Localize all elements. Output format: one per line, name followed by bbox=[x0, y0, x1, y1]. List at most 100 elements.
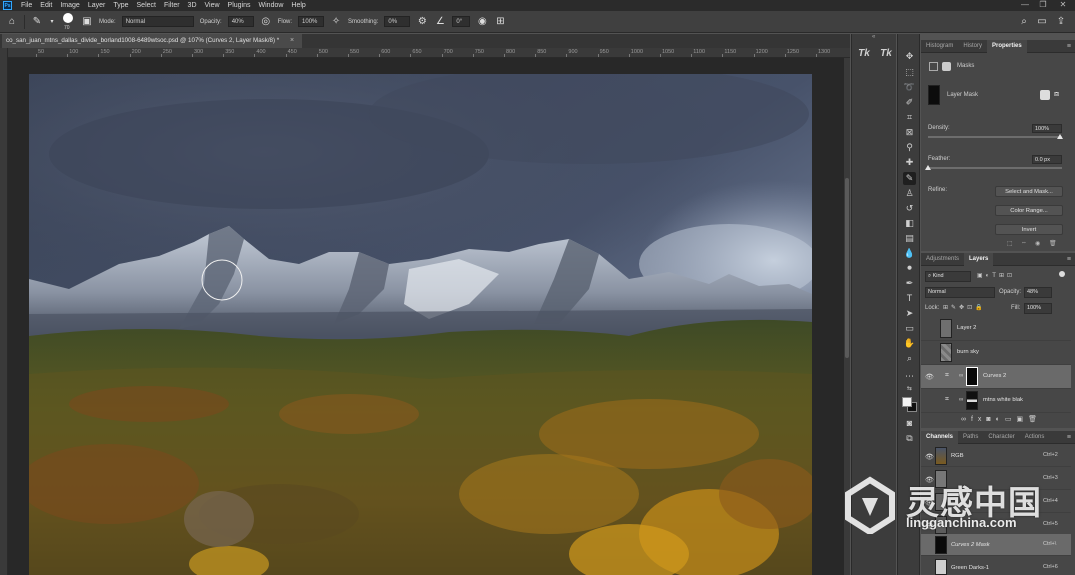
tab-layers[interactable]: Layers bbox=[964, 252, 994, 266]
layer-filter-icons[interactable]: ▣◐T⊞⊡ bbox=[977, 272, 1015, 279]
healing-brush-tool-icon[interactable]: ✚ bbox=[903, 156, 916, 169]
select-mask-pixels-icon[interactable] bbox=[1040, 90, 1050, 100]
pressure-opacity-icon[interactable]: ◎ bbox=[260, 16, 272, 28]
smoothing-field[interactable]: 0% bbox=[384, 16, 411, 27]
menu-3d[interactable]: 3D bbox=[184, 0, 201, 11]
menu-file[interactable]: File bbox=[17, 0, 36, 11]
channel-row[interactable]: Curves 2 Mask Ctrl+\ bbox=[921, 534, 1071, 556]
menu-view[interactable]: View bbox=[201, 0, 224, 11]
flow-field[interactable]: 100% bbox=[298, 16, 325, 27]
angle-field[interactable]: 0° bbox=[452, 16, 471, 27]
filter-toggle-icon[interactable] bbox=[1059, 271, 1065, 277]
menu-window[interactable]: Window bbox=[255, 0, 288, 11]
apply-icon[interactable]: ⇔ bbox=[1021, 240, 1027, 246]
type-tool-icon[interactable]: T bbox=[903, 292, 916, 305]
link-icon[interactable]: ∞ bbox=[959, 373, 963, 379]
tk-panel-button-1[interactable]: Tk bbox=[856, 46, 872, 62]
move-tool-icon[interactable]: ✥ bbox=[903, 50, 916, 63]
channel-row[interactable]: 👁 Ctrl+3 bbox=[921, 468, 1071, 490]
lock-icons[interactable]: ⊞✎✥⊡🔒 bbox=[943, 304, 986, 311]
select-and-mask-button[interactable]: Select and Mask... bbox=[995, 186, 1063, 197]
brush-tool-icon[interactable]: ✎ bbox=[903, 172, 916, 185]
link-icon[interactable]: ∞ bbox=[959, 397, 963, 403]
layer-opacity-field[interactable]: 48% bbox=[1024, 287, 1052, 298]
invert-button[interactable]: Invert bbox=[995, 224, 1063, 235]
density-field[interactable]: 100% bbox=[1032, 124, 1062, 133]
scrollbar-thumb[interactable] bbox=[845, 178, 849, 358]
zoom-tool-icon[interactable]: ⌕ bbox=[903, 352, 916, 365]
smoothing-settings-icon[interactable]: ⚙ bbox=[416, 16, 428, 28]
hand-tool-icon[interactable]: ✋ bbox=[903, 337, 916, 350]
tab-character[interactable]: Character bbox=[983, 431, 1019, 444]
feather-slider[interactable] bbox=[928, 167, 1062, 169]
color-range-button[interactable]: Color Range... bbox=[995, 205, 1063, 216]
tab-paths[interactable]: Paths bbox=[958, 431, 983, 444]
panel-menu-icon[interactable]: ≡ bbox=[1067, 256, 1075, 263]
tab-adjustments[interactable]: Adjustments bbox=[921, 253, 964, 266]
tab-history[interactable]: History bbox=[958, 40, 987, 53]
menu-type[interactable]: Type bbox=[109, 0, 132, 11]
menu-filter[interactable]: Filter bbox=[160, 0, 184, 11]
eye-icon[interactable]: 👁 bbox=[925, 453, 934, 461]
chevron-down-icon[interactable]: ▾ bbox=[49, 16, 55, 28]
close-window-button[interactable]: ✕ bbox=[1056, 0, 1070, 11]
feather-field[interactable]: 0.0 px bbox=[1032, 155, 1062, 164]
channel-row[interactable]: 👁 Ctrl+5 bbox=[921, 514, 1071, 536]
swap-colors-icon[interactable]: ⇆ bbox=[903, 383, 916, 396]
symmetry-icon[interactable]: ⊞ bbox=[494, 16, 506, 28]
canvas-area[interactable] bbox=[8, 58, 844, 575]
rectangle-tool-icon[interactable]: ▭ bbox=[903, 322, 916, 335]
fill-field[interactable]: 100% bbox=[1024, 303, 1052, 314]
maximize-button[interactable]: ❐ bbox=[1036, 0, 1050, 11]
eraser-tool-icon[interactable]: ◧ bbox=[903, 217, 916, 230]
layer-row[interactable]: ⌗ ∞ mtns white blak bbox=[921, 389, 1071, 413]
document-tab[interactable]: co_san_juan_mtns_dallas_divide_borland10… bbox=[2, 34, 302, 48]
minimize-button[interactable]: — bbox=[1018, 0, 1032, 11]
airbrush-icon[interactable]: ✧ bbox=[330, 16, 342, 28]
eyedropper-tool-icon[interactable]: ⚲ bbox=[903, 141, 916, 154]
menu-help[interactable]: Help bbox=[287, 0, 309, 11]
layer-row[interactable]: Layer 2 bbox=[921, 317, 1071, 341]
tab-channels[interactable]: Channels bbox=[921, 430, 959, 444]
menu-plugins[interactable]: Plugins bbox=[224, 0, 255, 11]
pen-tool-icon[interactable]: ✒ bbox=[903, 277, 916, 290]
eye-icon[interactable]: 👁 bbox=[925, 476, 934, 484]
pressure-size-icon[interactable]: ◉ bbox=[476, 16, 488, 28]
more-tools-icon[interactable]: ⋯ bbox=[903, 370, 916, 383]
visibility-icon[interactable]: ◉ bbox=[1035, 240, 1040, 247]
brush-preset-picker[interactable]: 70 bbox=[61, 12, 75, 32]
layer-row[interactable]: burn sky bbox=[921, 341, 1071, 365]
lasso-tool-icon[interactable]: ➰ bbox=[903, 81, 916, 94]
history-brush-tool-icon[interactable]: ↺ bbox=[903, 202, 916, 215]
share-icon[interactable]: ⇪ bbox=[1055, 16, 1067, 28]
layer-mask-thumbnail[interactable] bbox=[966, 367, 978, 386]
apply-mask-icon[interactable]: ⧈ bbox=[1054, 89, 1059, 99]
gradient-tool-icon[interactable]: ▤ bbox=[903, 232, 916, 245]
mode-select[interactable]: Normal bbox=[121, 16, 194, 27]
marquee-tool-icon[interactable]: ⬚ bbox=[903, 66, 916, 79]
eye-icon[interactable]: 👁 bbox=[925, 499, 934, 507]
delete-mask-icon[interactable]: 🗑 bbox=[1049, 240, 1057, 247]
close-document-button[interactable]: × bbox=[290, 34, 294, 48]
blend-mode-select[interactable]: Normal bbox=[925, 287, 995, 298]
tab-histogram[interactable]: Histogram bbox=[921, 40, 958, 53]
feather-slider-knob[interactable] bbox=[925, 165, 931, 170]
eye-icon[interactable]: 👁 bbox=[925, 522, 934, 530]
quick-mask-icon[interactable]: ◙ bbox=[903, 417, 916, 430]
document-image[interactable] bbox=[29, 74, 812, 575]
pixel-mask-icon[interactable] bbox=[929, 62, 938, 71]
path-selection-tool-icon[interactable]: ➤ bbox=[903, 307, 916, 320]
layer-row[interactable]: 👁 ⌗ ∞ Curves 2 bbox=[921, 365, 1071, 389]
density-slider[interactable] bbox=[928, 136, 1062, 138]
foreground-color-swatch[interactable] bbox=[902, 397, 912, 407]
channel-row[interactable]: 👁 RGB Ctrl+2 bbox=[921, 445, 1071, 467]
search-icon[interactable]: ⌕ bbox=[1018, 16, 1030, 28]
menu-select[interactable]: Select bbox=[133, 0, 160, 11]
clone-stamp-tool-icon[interactable]: ♙ bbox=[903, 187, 916, 200]
panel-menu-icon[interactable]: ≡ bbox=[1067, 43, 1075, 50]
tk-panel-button-2[interactable]: Tk bbox=[878, 46, 894, 62]
tab-actions[interactable]: Actions bbox=[1020, 431, 1050, 444]
menu-edit[interactable]: Edit bbox=[36, 0, 56, 11]
opacity-field[interactable]: 40% bbox=[227, 16, 254, 27]
screen-mode-icon[interactable]: ⧉ bbox=[903, 432, 916, 445]
